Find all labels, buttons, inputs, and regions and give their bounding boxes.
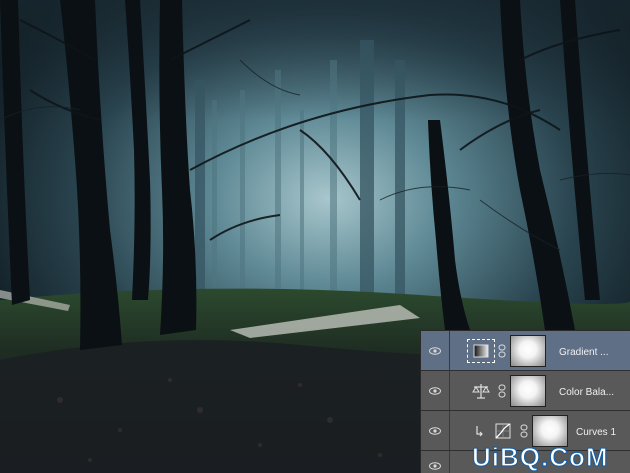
link-icon[interactable] xyxy=(498,344,506,358)
visibility-toggle[interactable] xyxy=(421,411,450,450)
clipping-arrow-icon xyxy=(476,426,483,437)
color-balance-icon[interactable] xyxy=(471,381,491,401)
eye-icon xyxy=(429,387,441,395)
visibility-toggle[interactable] xyxy=(421,371,450,410)
layer-name: Gradient ... xyxy=(559,347,609,358)
link-icon[interactable] xyxy=(498,384,506,398)
layer-name: Color Bala... xyxy=(559,387,615,398)
layer-row-gradient-map[interactable]: Gradient ... xyxy=(421,331,630,371)
link-icon[interactable] xyxy=(520,424,528,438)
visibility-toggle[interactable] xyxy=(421,451,450,473)
watermark-text: UiBQ.CoM xyxy=(472,442,609,472)
layer-thumb-selected[interactable] xyxy=(467,339,495,363)
layer-mask-thumbnail[interactable] xyxy=(510,335,546,367)
visibility-toggle[interactable] xyxy=(421,331,450,370)
eye-icon xyxy=(429,347,441,355)
layer-mask-thumbnail[interactable] xyxy=(510,375,546,407)
eye-icon xyxy=(429,462,441,470)
eye-icon xyxy=(429,427,441,435)
layer-row-color-balance[interactable]: Color Bala... xyxy=(421,371,630,411)
uibq-watermark: UiBQ.CoM xyxy=(471,441,609,472)
gradient-map-icon xyxy=(473,344,489,358)
document-canvas[interactable]: Gradient ... Color Bala... Curves 1 UiBQ… xyxy=(0,0,630,473)
layer-name: Curves 1 xyxy=(576,427,617,438)
